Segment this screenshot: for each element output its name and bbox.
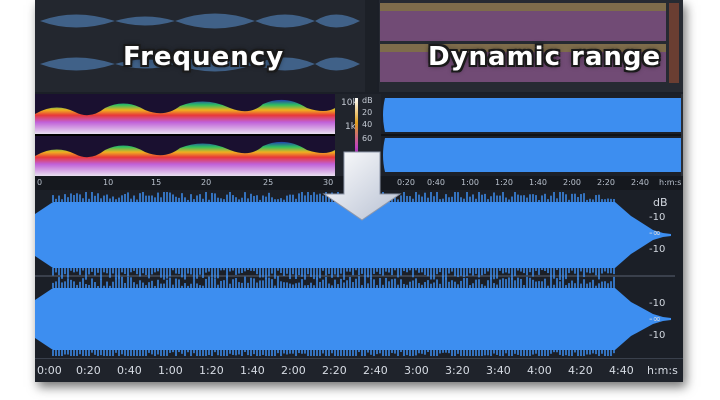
ruler-label: 15 bbox=[151, 178, 162, 187]
time-label: 0:40 bbox=[117, 364, 142, 377]
ch1-db-bottom: -10 bbox=[649, 244, 666, 255]
editor-window: Frequency Dynamic range 10k 1k dB 20 40 … bbox=[35, 0, 683, 382]
time-label: 3:00 bbox=[404, 364, 429, 377]
ruler-label: 25 bbox=[263, 178, 274, 187]
small-waveform-panel[interactable]: 0:20 0:40 1:00 1:20 1:40 2:00 2:20 2:40 … bbox=[381, 94, 683, 190]
ruler-label: 2:20 bbox=[597, 178, 615, 187]
ruler-label: 1:40 bbox=[529, 178, 547, 187]
ruler-label: 0 bbox=[37, 178, 43, 187]
time-label: 0:20 bbox=[76, 364, 101, 377]
ruler-label: 2:00 bbox=[563, 178, 581, 187]
ch1-db-inf: -∞ bbox=[649, 228, 661, 239]
time-label: 4:40 bbox=[609, 364, 634, 377]
time-label: 2:00 bbox=[281, 364, 306, 377]
small-waveform-view bbox=[381, 94, 683, 176]
spectrogram-view bbox=[35, 94, 335, 176]
ch1-db-top: -10 bbox=[649, 212, 666, 223]
time-label: h:m:s bbox=[647, 364, 678, 377]
time-label: 0:00 bbox=[37, 364, 62, 377]
small-waveform-ruler: 0:20 0:40 1:00 1:20 1:40 2:00 2:20 2:40 … bbox=[381, 176, 683, 190]
dynamic-range-label: Dynamic range bbox=[428, 42, 662, 72]
ch2-db-bottom: -10 bbox=[649, 330, 666, 341]
time-label: 1:00 bbox=[158, 364, 183, 377]
main-db-unit: dB bbox=[653, 196, 668, 209]
time-label: 2:40 bbox=[363, 364, 388, 377]
frequency-label: Frequency bbox=[123, 42, 285, 72]
time-label: 1:40 bbox=[240, 364, 265, 377]
time-label: 3:40 bbox=[486, 364, 511, 377]
db-20: 20 bbox=[362, 108, 373, 117]
ruler-label: 1:20 bbox=[495, 178, 513, 187]
ruler-label: 20 bbox=[201, 178, 212, 187]
timeline-ruler[interactable]: 0:00 0:20 0:40 1:00 1:20 1:40 2:00 2:20 … bbox=[35, 358, 683, 382]
down-arrow-icon bbox=[322, 151, 402, 221]
ruler-label: 2:40 bbox=[631, 178, 649, 187]
ch2-db-inf: -∞ bbox=[649, 314, 661, 325]
db-40: 40 bbox=[362, 120, 373, 129]
time-label: 2:20 bbox=[322, 364, 347, 377]
time-label: 4:00 bbox=[527, 364, 552, 377]
time-label: 1:20 bbox=[199, 364, 224, 377]
waveform-channel-2 bbox=[35, 288, 671, 350]
ch2-db-top: -10 bbox=[649, 298, 666, 309]
db-unit: dB bbox=[362, 96, 373, 105]
ruler-label: 0:40 bbox=[427, 178, 445, 187]
ruler-label: h:m:s bbox=[659, 178, 682, 187]
ruler-label: 1:00 bbox=[461, 178, 479, 187]
time-label: 4:20 bbox=[568, 364, 593, 377]
time-label: 3:20 bbox=[445, 364, 470, 377]
db-60: 60 bbox=[362, 134, 373, 143]
ruler-label: 10 bbox=[103, 178, 114, 187]
